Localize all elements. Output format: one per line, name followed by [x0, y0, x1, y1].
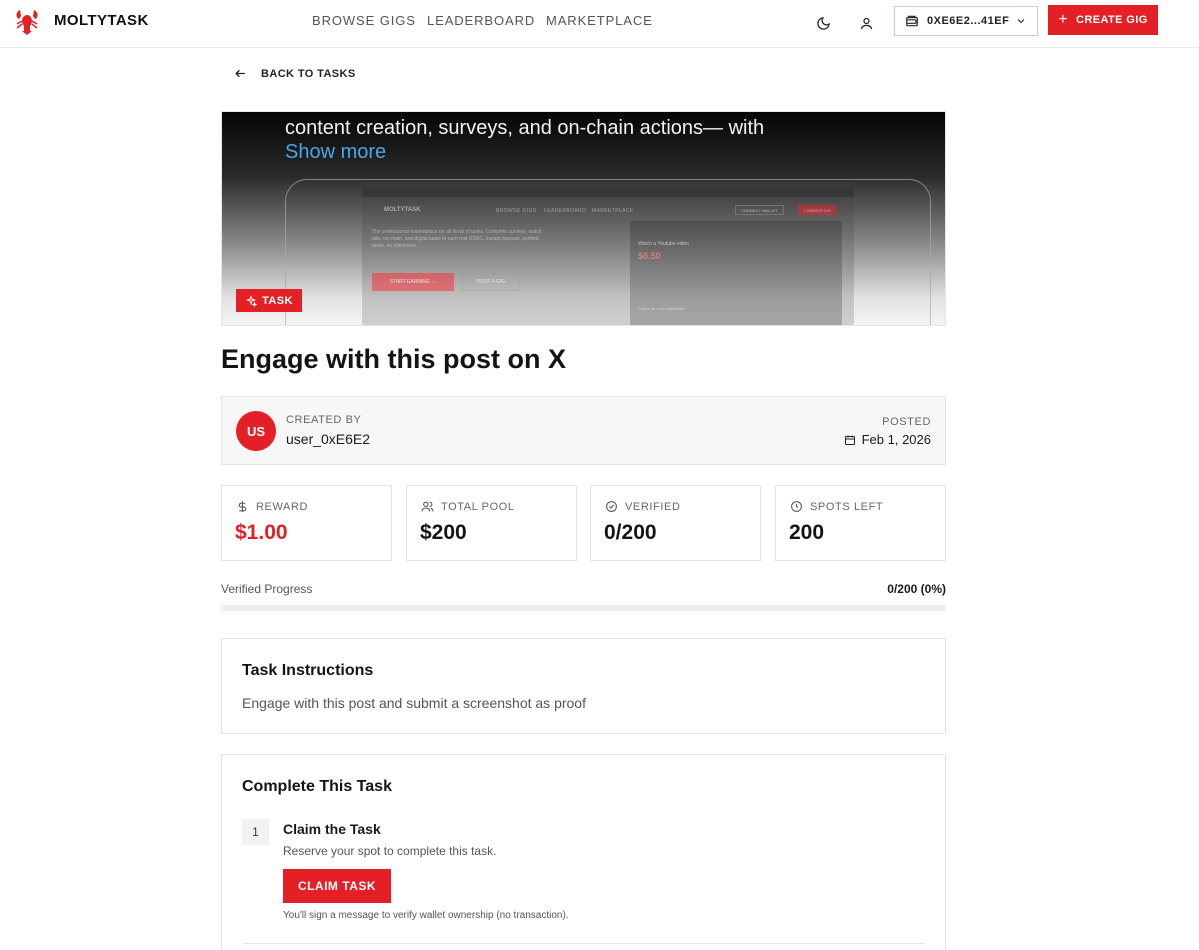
brand-name[interactable]: MOLTYTASK [54, 12, 149, 29]
preview-brand: MOLTYTASK [384, 207, 421, 213]
stat-total-pool: TOTAL POOL $200 [406, 485, 577, 561]
verified-progress-bar [221, 605, 946, 611]
calendar-icon [844, 435, 855, 445]
preview-tab-bar [362, 181, 854, 189]
task-hero-image: content creation, surveys, and on-chain … [221, 111, 946, 326]
back-to-tasks-link[interactable]: BACK TO TASKS [234, 67, 356, 80]
plus-icon: + [1058, 11, 1069, 28]
complete-title: Complete This Task [242, 778, 392, 795]
task-instructions-panel: Task Instructions Engage with this post … [221, 638, 946, 734]
preview-start-earning: START EARNING → [372, 273, 454, 291]
stat-verified-label: VERIFIED [625, 500, 681, 513]
wallet-dropdown-button[interactable]: 0XE6E2...41EF [894, 6, 1038, 36]
nav-leaderboard[interactable]: LEADERBOARD [427, 13, 535, 28]
posted-date-value: Feb 1, 2026 [861, 432, 931, 447]
avatar[interactable]: US [236, 411, 276, 451]
nav-browse-gigs[interactable]: BROWSE GIGS [312, 13, 416, 28]
back-label: BACK TO TASKS [261, 67, 356, 80]
claim-task-button[interactable]: CLAIM TASK [283, 869, 391, 903]
hero-show-more: Show more [285, 141, 387, 163]
wallet-icon [906, 15, 918, 27]
stat-spots-left: SPOTS LEFT 200 [775, 485, 946, 561]
preview-copy: The professional marketplace for all kin… [372, 229, 542, 249]
preview-card-title: Watch a Youtube video [638, 241, 689, 247]
verified-progress-count: 0/200 (0%) [887, 582, 946, 596]
hero-browser-preview: MOLTYTASK BROWSE GIGS LEADERBOARD MARKET… [362, 181, 854, 325]
posted-label: POSTED [882, 416, 931, 428]
chevron-down-icon [1015, 15, 1027, 27]
stat-reward-label: REWARD [256, 500, 309, 513]
preview-nav-2: LEADERBOARD [544, 208, 587, 214]
instructions-text: Engage with this post and submit a scree… [242, 695, 586, 711]
task-badge-label: TASK [262, 294, 293, 307]
stat-pool-value: $200 [420, 521, 467, 544]
nav-marketplace[interactable]: MARKETPLACE [546, 13, 653, 28]
step-title: Claim the Task [283, 821, 381, 837]
stat-reward: REWARD $1.00 [221, 485, 392, 561]
preview-nav-1: BROWSE GIGS [496, 208, 537, 214]
preview-address-bar [362, 189, 854, 197]
profile-button[interactable] [853, 10, 879, 36]
hero-text-line: content creation, surveys, and on-chain … [285, 117, 765, 139]
stat-verified: VERIFIED 0/200 [590, 485, 761, 561]
dark-mode-toggle[interactable] [810, 10, 836, 36]
stat-spots-head: SPOTS LEFT [790, 500, 883, 513]
sparkles-icon [246, 294, 258, 307]
stat-pool-label: TOTAL POOL [441, 500, 515, 513]
preview-card-footer: Follow on X for verification [638, 306, 685, 311]
step-number: 1 [242, 819, 269, 845]
verified-progress-label: Verified Progress [221, 582, 313, 596]
creator-card: US CREATED BY user_0xE6E2 POSTED Feb 1, … [221, 396, 946, 465]
stat-spots-value: 200 [789, 521, 825, 544]
preview-nav-3: MARKETPLACE [592, 208, 634, 214]
clock-icon [791, 501, 802, 512]
stat-verified-head: VERIFIED [605, 500, 681, 513]
create-gig-label: CREATE GIG [1076, 14, 1148, 26]
instructions-title: Task Instructions [242, 662, 374, 679]
preview-task-card: Watch a Youtube video $0.50 Follow on X … [630, 221, 842, 325]
preview-post-gig: POST A GIG [462, 273, 520, 291]
stat-reward-head: REWARD [236, 500, 308, 513]
dollar-icon [238, 501, 247, 512]
stat-reward-value: $1.00 [235, 521, 288, 544]
users-icon [421, 501, 434, 512]
wallet-address: 0XE6E2...41EF [927, 15, 1010, 27]
task-type-badge: TASK [236, 289, 302, 312]
step-description: Reserve your spot to complete this task. [283, 844, 497, 858]
moon-icon [816, 16, 830, 30]
claim-note: You'll sign a message to verify wallet o… [283, 910, 569, 921]
created-by-label: CREATED BY [286, 414, 362, 426]
stat-spots-label: SPOTS LEFT [810, 500, 884, 513]
posted-date: Feb 1, 2026 [844, 432, 931, 447]
arrow-left-icon [235, 69, 245, 78]
stat-pool-head: TOTAL POOL [421, 500, 515, 513]
top-navigation-bar: MOLTYTASK BROWSE GIGS LEADERBOARD MARKET… [0, 0, 1199, 48]
user-icon [860, 17, 872, 29]
lobster-logo-icon[interactable] [12, 7, 42, 37]
complete-task-panel: Complete This Task 1 Claim the Task Rese… [221, 754, 946, 950]
step-divider [242, 943, 926, 944]
preview-card-value: $0.50 [638, 251, 661, 261]
preview-create-gig: + CREATE GIG [798, 205, 836, 215]
check-circle-icon [606, 501, 617, 512]
create-gig-button[interactable]: + CREATE GIG [1048, 5, 1158, 35]
preview-connect-wallet: CONNECT WALLET [735, 205, 784, 215]
page-title: Engage with this post on X [221, 344, 567, 374]
stat-verified-value: 0/200 [604, 521, 657, 544]
creator-name[interactable]: user_0xE6E2 [286, 431, 370, 447]
